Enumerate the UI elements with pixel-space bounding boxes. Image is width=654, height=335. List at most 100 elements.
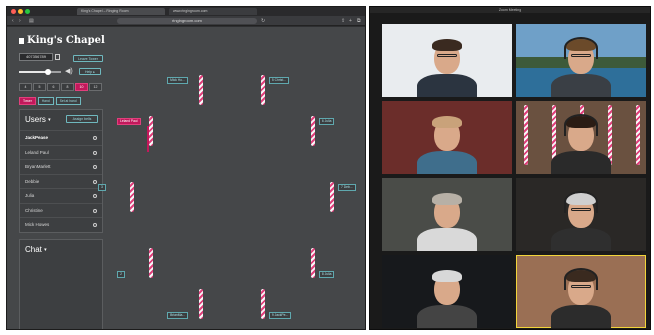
user-list-item[interactable]: BryanMarlett bbox=[20, 159, 102, 173]
bell-label[interactable]: 8 Julia bbox=[318, 270, 335, 278]
user-list-item[interactable]: Julia bbox=[20, 188, 102, 202]
tower-size-button-6[interactable]: 6 bbox=[47, 83, 60, 91]
participant-video-tile[interactable] bbox=[516, 255, 646, 328]
bell-label[interactable]: Leland Paul bbox=[117, 118, 141, 126]
glasses-icon bbox=[571, 285, 591, 288]
participant-hair bbox=[432, 39, 462, 51]
bell-label[interactable]: 5 Christ... bbox=[268, 77, 289, 85]
tower-name: King's Chapel bbox=[27, 35, 105, 46]
participant-video-tile[interactable] bbox=[382, 255, 512, 328]
tower-size-selector: 4 5 6 8 10 12 bbox=[19, 83, 103, 91]
reload-icon[interactable]: ↻ bbox=[261, 18, 265, 24]
bell-label[interactable]: 3 bbox=[98, 184, 106, 191]
bell-label[interactable]: 7 Deb... bbox=[338, 184, 356, 191]
volume-slider-thumb[interactable] bbox=[45, 69, 52, 75]
participant-video-tile[interactable] bbox=[516, 101, 646, 174]
bell-rope[interactable] bbox=[260, 288, 265, 319]
participant-video-tile[interactable] bbox=[382, 101, 512, 174]
user-list-item[interactable]: JackPease bbox=[20, 130, 102, 144]
bell-rope bbox=[524, 105, 528, 165]
tower-size-button-5[interactable]: 5 bbox=[33, 83, 46, 91]
volume-slider[interactable] bbox=[19, 69, 61, 75]
tab-overview-icon[interactable]: ⧉ bbox=[357, 18, 361, 24]
participant-hair bbox=[432, 270, 462, 282]
bell-label[interactable]: Mick Ho... bbox=[167, 77, 188, 85]
help-button[interactable]: Help ▸ bbox=[79, 68, 101, 75]
bell-rope[interactable] bbox=[149, 247, 154, 278]
action-button-hand[interactable]: Hand bbox=[37, 97, 54, 105]
sidebar-icon[interactable]: ▤ bbox=[29, 18, 34, 24]
leave-tower-button[interactable]: Leave Tower bbox=[73, 55, 103, 62]
tower-size-button-12[interactable]: 12 bbox=[89, 83, 102, 91]
user-status-icon bbox=[93, 136, 97, 140]
user-status-icon bbox=[93, 150, 97, 155]
users-panel: Users ▾ Assign bells JackPease Leland Pau… bbox=[19, 109, 103, 233]
copy-icon[interactable] bbox=[55, 54, 60, 60]
tower-size-button-8[interactable]: 8 bbox=[61, 83, 74, 91]
bell-label[interactable]: BrianMa... bbox=[167, 311, 189, 319]
chat-title-text: Chat bbox=[25, 245, 42, 254]
tower-size-button-10[interactable]: 10 bbox=[75, 83, 88, 91]
bell-icon bbox=[19, 37, 24, 44]
bell-rope[interactable] bbox=[310, 116, 315, 147]
user-name: JackPease bbox=[25, 135, 49, 140]
chat-panel-title[interactable]: Chat ▾ bbox=[25, 245, 47, 254]
bell-rope bbox=[608, 105, 612, 165]
user-list-item[interactable]: Christine bbox=[20, 202, 102, 217]
chat-panel: Chat ▾ bbox=[19, 239, 103, 329]
user-status-icon bbox=[93, 179, 97, 184]
participant-torso bbox=[417, 74, 477, 97]
user-list-item[interactable]: Leland Paul bbox=[20, 144, 102, 159]
users-title-text: Users bbox=[25, 115, 46, 124]
participant-hair bbox=[432, 116, 462, 128]
participant-video-tile[interactable] bbox=[516, 178, 646, 251]
user-status-icon bbox=[93, 165, 97, 169]
glasses-icon bbox=[571, 208, 591, 211]
ringing-room-app: King's Chapel 407356789 Leave Tower ◀) H… bbox=[7, 27, 365, 329]
new-tab-icon[interactable]: + bbox=[349, 18, 352, 24]
bell-rope[interactable] bbox=[149, 116, 154, 147]
tower-size-button-4[interactable]: 4 bbox=[19, 83, 32, 91]
participant-torso bbox=[417, 228, 477, 251]
participant-video-tile[interactable] bbox=[382, 24, 512, 97]
action-button-set-at-hand[interactable]: Set at hand bbox=[55, 97, 81, 105]
participant-hair bbox=[432, 193, 462, 205]
bell-label[interactable]: 2 bbox=[117, 270, 125, 278]
user-status-icon bbox=[93, 194, 97, 198]
participant-torso bbox=[551, 151, 611, 174]
bell-rope[interactable] bbox=[310, 247, 315, 278]
user-list-item[interactable]: Mick Howes bbox=[20, 217, 102, 231]
glasses-icon bbox=[437, 54, 457, 57]
user-name: Mick Howes bbox=[25, 222, 50, 227]
user-list-item[interactable]: Debbie bbox=[20, 173, 102, 188]
forward-icon[interactable]: › bbox=[19, 18, 21, 24]
participant-video-tile[interactable] bbox=[382, 178, 512, 251]
room-id-field[interactable]: 407356789 bbox=[19, 53, 53, 61]
back-icon[interactable]: ‹ bbox=[12, 18, 14, 24]
maximize-window-icon[interactable] bbox=[25, 9, 30, 14]
bell-rope[interactable] bbox=[330, 182, 334, 212]
bell-rope[interactable] bbox=[199, 288, 204, 319]
address-bar[interactable]: ringingroom.com bbox=[117, 18, 257, 24]
bell-label[interactable]: 6 Julia bbox=[318, 118, 335, 126]
bell-rope bbox=[636, 105, 640, 165]
assign-bells-button[interactable]: Assign bells bbox=[66, 115, 98, 123]
browser-toolbar: ‹ › ▤ ringingroom.com ↻ ⇪ + ⧉ bbox=[7, 16, 365, 26]
minimize-window-icon[interactable] bbox=[18, 9, 23, 14]
users-panel-title[interactable]: Users ▾ bbox=[25, 115, 51, 124]
user-status-icon bbox=[93, 208, 97, 213]
tab-ringing-room[interactable]: King's Chapel – Ringing Room bbox=[77, 8, 165, 15]
action-button-tower[interactable]: Tower bbox=[19, 97, 36, 105]
bell-rope[interactable] bbox=[130, 182, 134, 212]
participant-torso bbox=[551, 74, 611, 97]
bell-rope[interactable] bbox=[260, 75, 265, 106]
share-icon[interactable]: ⇪ bbox=[341, 18, 345, 24]
zoom-titlebar: Zoom Meeting bbox=[370, 7, 650, 13]
tab-second[interactable]: www.ringingroom.com bbox=[169, 8, 257, 15]
bell-label[interactable]: 9 JackPe... bbox=[268, 311, 292, 319]
participant-video-tile[interactable] bbox=[516, 24, 646, 97]
speaker-icon: ◀) bbox=[65, 68, 73, 75]
close-window-icon[interactable] bbox=[11, 9, 16, 14]
user-name: BryanMarlett bbox=[25, 164, 51, 169]
bell-rope[interactable] bbox=[199, 75, 204, 106]
